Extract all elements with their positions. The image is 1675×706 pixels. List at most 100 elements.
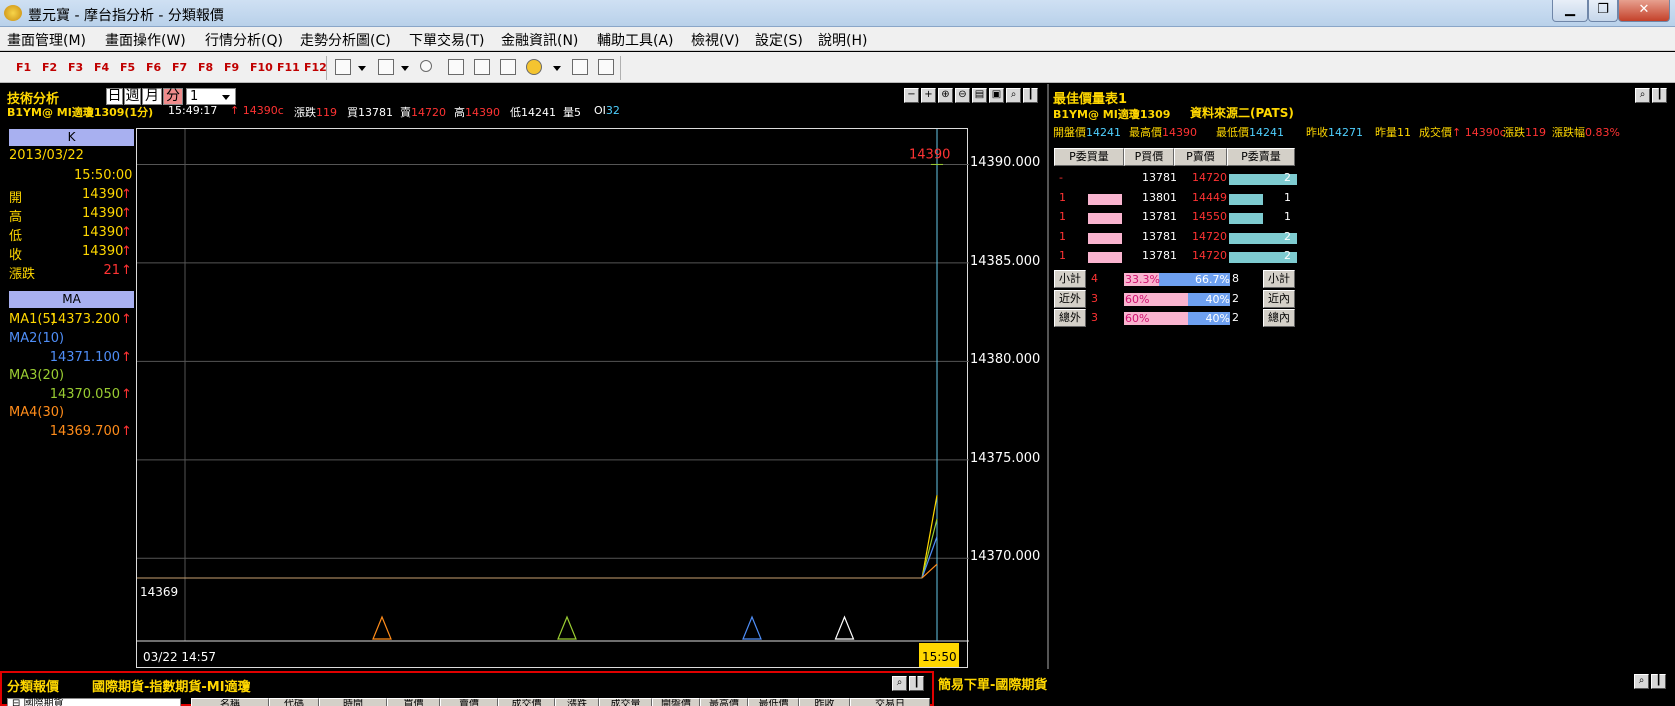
category-column-header[interactable]: 時間 bbox=[319, 698, 387, 706]
total-left-button[interactable]: 總外 bbox=[1054, 309, 1086, 327]
search-icon[interactable]: ⌕ bbox=[1634, 674, 1649, 689]
layers-icon[interactable] bbox=[572, 59, 588, 75]
ask-price[interactable]: 14449 bbox=[1192, 191, 1227, 204]
category-column-header[interactable]: 名稱 bbox=[191, 698, 269, 706]
tree-item-international-futures[interactable]: 國際期貨 bbox=[24, 698, 64, 706]
category-column-header[interactable]: 代碼 bbox=[269, 698, 319, 706]
minus-icon[interactable]: − bbox=[904, 88, 919, 103]
coin-icon[interactable] bbox=[526, 59, 542, 75]
f7-button[interactable]: F7 bbox=[172, 61, 187, 74]
close-window-icon[interactable] bbox=[448, 59, 464, 75]
total-left-button[interactable]: 近外 bbox=[1054, 289, 1086, 308]
document-icon[interactable] bbox=[378, 59, 394, 75]
summary-label: 昨收 bbox=[1306, 126, 1328, 139]
menu-screen-management[interactable]: 畫面管理(M) bbox=[7, 30, 86, 50]
split-vertical-icon[interactable] bbox=[500, 59, 516, 75]
category-column-header[interactable]: 開盤價 bbox=[652, 698, 700, 706]
category-column-header[interactable]: 交易日 bbox=[850, 698, 930, 706]
menu-settings[interactable]: 設定(S) bbox=[755, 30, 803, 50]
search-icon[interactable]: ⌕ bbox=[892, 676, 907, 691]
pin-icon[interactable]: ┃ bbox=[1023, 88, 1038, 103]
pin-icon[interactable]: ┃ bbox=[1652, 88, 1667, 103]
zoom-out-icon[interactable]: ⊖ bbox=[955, 88, 970, 103]
f6-button[interactable]: F6 bbox=[146, 61, 161, 74]
chart-window-icon[interactable] bbox=[335, 59, 351, 75]
period-month-button[interactable]: 月 bbox=[142, 88, 162, 105]
f3-button[interactable]: F3 bbox=[68, 61, 83, 74]
total-right-button[interactable]: 總內 bbox=[1263, 309, 1295, 327]
book-column-header[interactable]: P賣價 bbox=[1174, 148, 1227, 166]
menu-view[interactable]: 檢視(V) bbox=[691, 30, 740, 50]
search-icon[interactable]: ⌕ bbox=[1006, 88, 1021, 103]
f2-button[interactable]: F2 bbox=[42, 61, 57, 74]
minimize-button[interactable]: ▁ bbox=[1552, 0, 1588, 22]
menu-tools[interactable]: 輔助工具(A) bbox=[597, 30, 674, 50]
split-horizontal-icon[interactable] bbox=[474, 59, 490, 75]
bid-price[interactable]: 13781 bbox=[1142, 210, 1177, 223]
ask-qty: 2 bbox=[1284, 171, 1291, 184]
chevron-down-icon[interactable] bbox=[401, 66, 409, 71]
category-column-header[interactable]: 最高價 bbox=[700, 698, 748, 706]
f4-button[interactable]: F4 bbox=[94, 61, 109, 74]
bid-price[interactable]: 13781 bbox=[1142, 249, 1177, 262]
menu-quote-analysis[interactable]: 行情分析(Q) bbox=[205, 30, 283, 50]
book-column-header[interactable]: P買價 bbox=[1124, 148, 1174, 166]
ask-price[interactable]: 14550 bbox=[1192, 210, 1227, 223]
summary-value: 11 bbox=[1397, 126, 1411, 139]
period-day-button[interactable]: 日 bbox=[106, 88, 123, 105]
category-column-header[interactable]: 成交價 bbox=[498, 698, 555, 706]
maximize-button[interactable]: ❐ bbox=[1588, 0, 1618, 22]
menu-help[interactable]: 說明(H) bbox=[818, 30, 867, 50]
f12-button[interactable]: F12 bbox=[304, 61, 327, 74]
ask-price[interactable]: 14720 bbox=[1192, 249, 1227, 262]
y-axis-tick: 14385.000 bbox=[970, 253, 1041, 269]
f11-button[interactable]: F11 bbox=[277, 61, 300, 74]
up-arrow-icon: ↑ bbox=[121, 312, 132, 327]
expand-icon[interactable]: ⊟ bbox=[12, 698, 24, 706]
interval-select[interactable]: 1 bbox=[186, 88, 236, 105]
period-week-button[interactable]: 週 bbox=[124, 88, 141, 105]
total-right-button[interactable]: 小計 bbox=[1263, 270, 1295, 288]
chevron-down-icon[interactable] bbox=[553, 66, 561, 71]
category-column-header[interactable]: 買價 bbox=[387, 698, 440, 706]
menu-trend-chart[interactable]: 走勢分析圖(C) bbox=[300, 30, 391, 50]
period-minute-button[interactable]: 分 bbox=[163, 88, 183, 105]
y-axis-tick: 14370.000 bbox=[970, 549, 1041, 565]
save-icon[interactable]: ▣ bbox=[989, 88, 1004, 103]
window-list-icon[interactable] bbox=[598, 59, 614, 75]
zoom-in-icon[interactable]: ⊕ bbox=[938, 88, 953, 103]
category-column-header[interactable]: 最低價 bbox=[748, 698, 799, 706]
chart-type-icon[interactable]: ▤ bbox=[972, 88, 987, 103]
bid-price[interactable]: 13781 bbox=[1142, 230, 1177, 243]
category-column-header[interactable]: 賣價 bbox=[440, 698, 498, 706]
oi-value: OI32 bbox=[594, 104, 620, 117]
total-left-button[interactable]: 小計 bbox=[1054, 270, 1086, 288]
plus-icon[interactable]: + bbox=[921, 88, 936, 103]
close-button[interactable]: ✕ bbox=[1618, 0, 1670, 22]
ask-price[interactable]: 14720 bbox=[1192, 171, 1227, 184]
f1-button[interactable]: F1 bbox=[16, 61, 31, 74]
category-column-header[interactable]: 昨收 bbox=[799, 698, 850, 706]
ask-price[interactable]: 14720 bbox=[1192, 230, 1227, 243]
book-column-header[interactable]: P委買量 bbox=[1054, 148, 1124, 166]
bid-qty: 1 bbox=[1059, 249, 1066, 262]
f9-button[interactable]: F9 bbox=[224, 61, 239, 74]
pin-icon[interactable]: ┃ bbox=[1651, 674, 1666, 689]
pin-icon[interactable]: ┃ bbox=[909, 676, 924, 691]
chevron-down-icon[interactable] bbox=[358, 66, 366, 71]
total-right-button[interactable]: 近內 bbox=[1263, 289, 1295, 308]
search-icon[interactable]: ⌕ bbox=[1635, 88, 1650, 103]
f8-button[interactable]: F8 bbox=[198, 61, 213, 74]
menu-screen-operation[interactable]: 畫面操作(W) bbox=[105, 30, 186, 50]
category-column-header[interactable]: 漲跌 bbox=[555, 698, 599, 706]
bid-price[interactable]: 13781 bbox=[1142, 171, 1177, 184]
f10-button[interactable]: F10 bbox=[250, 61, 273, 74]
menu-financial-info[interactable]: 金融資訊(N) bbox=[501, 30, 578, 50]
category-tree[interactable]: ⊟ 國際期貨 bbox=[7, 698, 181, 706]
search-icon[interactable] bbox=[420, 60, 432, 72]
menu-order-trading[interactable]: 下單交易(T) bbox=[409, 30, 484, 50]
book-column-header[interactable]: P委賣量 bbox=[1227, 148, 1295, 166]
f5-button[interactable]: F5 bbox=[120, 61, 135, 74]
category-column-header[interactable]: 成交量 bbox=[599, 698, 652, 706]
bid-price[interactable]: 13801 bbox=[1142, 191, 1177, 204]
